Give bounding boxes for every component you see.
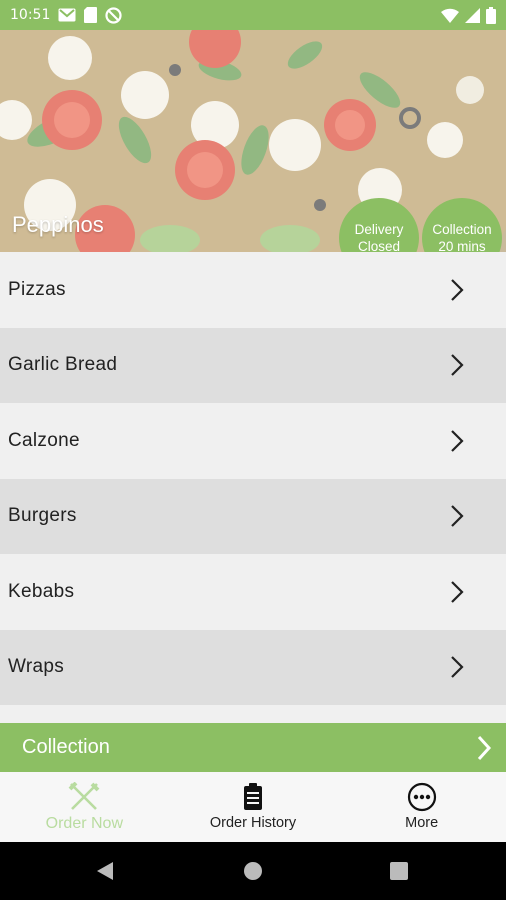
gmail-icon [58,8,76,22]
tab-label: Order History [209,815,297,831]
restaurant-name: Peppinos [12,212,104,237]
battery-icon [486,6,496,24]
collection-badge-title: Collection [432,222,492,237]
chevron-right-icon [451,580,464,603]
menu-item-calzone[interactable]: Calzone [0,403,506,479]
chevron-right-icon [451,656,464,679]
menu-item-garlic-bread[interactable]: Garlic Bread [0,327,506,403]
delivery-badge-title: Delivery [354,222,404,237]
menu-item-label: Wraps [8,656,65,678]
tab-order-now[interactable]: Order Now [0,772,169,842]
bottom-tab-bar: Order Now Order History More [0,772,506,842]
recents-icon[interactable] [390,862,408,880]
menu-item-kebabs[interactable]: Kebabs [0,554,506,630]
tab-label: More [405,815,439,831]
signal-icon [465,7,480,23]
system-nav-bar [0,842,506,900]
chevron-right-icon [451,429,464,452]
menu-item-label: Pizzas [8,278,66,300]
menu-item-pizzas[interactable]: Pizzas [0,252,506,328]
tab-more[interactable]: More [337,772,506,842]
delivery-badge-status: Closed [357,239,401,252]
chevron-right-icon [451,354,464,377]
home-icon[interactable] [244,862,263,881]
sd-card-icon [84,7,98,23]
wifi-icon [441,8,459,23]
menu-item-label: Calzone [8,429,80,451]
back-icon[interactable] [96,861,114,881]
menu-item-label: Kebabs [8,580,75,602]
menu-item-label: Burgers [8,505,77,527]
order-mode-bar[interactable]: Collection [0,723,506,772]
chevron-right-icon [451,278,464,301]
fork-knife-icon [68,782,100,810]
status-time: 10:51 [10,7,51,23]
tab-label: Order Now [45,815,124,832]
status-bar: 10:51 [0,0,506,30]
data-saver-icon [105,6,122,24]
menu-category-list: Pizzas Garlic Bread Calzone Burgers Keba… [0,252,506,705]
more-dots-icon [407,782,436,812]
chevron-right-icon [451,505,464,528]
hero-banner: Peppinos Delivery Closed Collection 20 m… [0,30,506,252]
tab-order-history[interactable]: Order History [169,772,338,842]
order-mode-label: Collection [22,736,110,758]
clipboard-icon [244,783,262,810]
menu-item-label: Garlic Bread [8,354,118,376]
collection-badge-time: 20 mins [438,239,486,252]
chevron-right-icon [477,735,492,761]
menu-item-wraps[interactable]: Wraps [0,629,506,705]
menu-item-burgers[interactable]: Burgers [0,478,506,554]
